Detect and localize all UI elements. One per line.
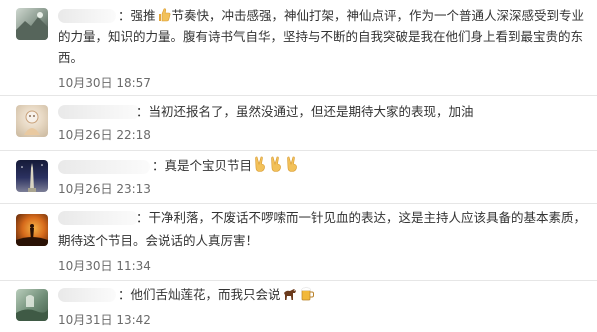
mountain-landscape-icon [16, 12, 48, 40]
cartoon-figure-icon [24, 110, 40, 135]
comment-text: 节奏快，冲击感强，神仙打架，神仙点评，作为一个普通人深深感受到专业 [171, 8, 585, 23]
sunset-silhouette-icon [16, 224, 48, 246]
username-redacted[interactable] [58, 160, 150, 174]
comment-item: ：干净利落，不废话不啰嗦而一针见血的表达，这是主持人应该具备的基本素质， 期待这… [0, 204, 597, 281]
username-redacted[interactable] [58, 9, 116, 23]
comment-item: ：他们舌灿莲花，而我只会说 10月31日 13:42 [0, 281, 597, 332]
comment-text-line: ：强推 节奏快，冲击感强，神仙打架，神仙点评，作为一个普通人深深感受到专业 [118, 6, 584, 28]
night-tower-icon [21, 163, 43, 192]
username-redacted[interactable] [58, 211, 138, 225]
comment-timestamp[interactable]: 10月26日 22:18 [58, 126, 151, 143]
avatar[interactable] [16, 105, 48, 137]
avatar[interactable] [16, 160, 48, 192]
comment-text: 强推 [130, 8, 156, 23]
comment-timestamp[interactable]: 10月30日 18:57 [58, 74, 151, 91]
thumbs-up-emoji-icon [157, 7, 171, 28]
comment-text: 真是个宝贝节目 [164, 158, 253, 173]
username-redacted[interactable] [58, 288, 116, 302]
comment-item: ：强推 节奏快，冲击感强，神仙打架，神仙点评，作为一个普通人深深感受到专业 的力量… [0, 0, 597, 96]
comment-item: ：当初还报名了，虽然没通过，但还是期待大家的表现，加油 10月26日 22:18 [0, 96, 597, 151]
comment-text-line: ：他们舌灿莲花，而我只会说 [118, 285, 316, 307]
comment-text: 他们舌灿莲花，而我只会说 [130, 287, 281, 302]
avatar[interactable] [16, 8, 48, 40]
victory-hand-emoji-icon [269, 156, 283, 178]
comment-text-line: 的力量，知识的力量。腹有诗书气自华，坚持与不断的自我突破是我在他们身上看到最宝贵… [58, 29, 584, 44]
comment-text-line: 西。 [58, 50, 84, 65]
comment-text: 干净利落，不废话不啰嗦而一针见血的表达，这是主持人应该具备的基本素质， [148, 210, 587, 225]
green-scene-icon [16, 295, 48, 321]
comment-text: 当初还报名了，虽然没通过，但还是期待大家的表现，加油 [148, 104, 474, 119]
comment-timestamp[interactable]: 10月31日 13:42 [58, 311, 151, 328]
comment-text-line: ：真是个宝贝节目 [152, 156, 300, 178]
username-separator: ： [118, 287, 131, 302]
username-separator: ： [152, 158, 165, 173]
beer-mug-emoji-icon [300, 286, 315, 307]
horse-emoji-icon [282, 287, 298, 307]
username-separator: ： [136, 104, 149, 119]
comment-feed: ：强推 节奏快，冲击感强，神仙打架，神仙点评，作为一个普通人深深感受到专业 的力量… [0, 0, 597, 332]
comment-timestamp[interactable]: 10月26日 23:13 [58, 180, 151, 197]
victory-hand-emoji-icon [285, 156, 299, 178]
comment-text-line: 期待这个节目。会说话的人真厉害！ [58, 233, 259, 248]
comment-timestamp[interactable]: 10月30日 11:34 [58, 257, 151, 274]
avatar[interactable] [16, 289, 48, 321]
comment-text-line: ：干净利落，不废话不啰嗦而一针见血的表达，这是主持人应该具备的基本素质， [136, 208, 586, 228]
comment-item: ：真是个宝贝节目 10月26日 23:13 [0, 151, 597, 204]
victory-hand-emoji-icon [253, 156, 267, 178]
comment-text-line: ：当初还报名了，虽然没通过，但还是期待大家的表现，加油 [136, 102, 474, 122]
username-redacted[interactable] [58, 105, 140, 119]
avatar[interactable] [16, 214, 48, 246]
username-separator: ： [118, 8, 131, 23]
username-separator: ： [136, 210, 149, 225]
